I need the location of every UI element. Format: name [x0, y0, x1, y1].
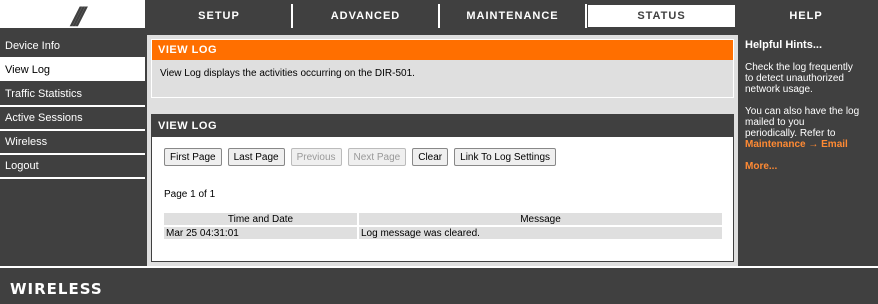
sidebar-item-active-sessions[interactable]: Active Sessions [0, 107, 145, 131]
maintenance-email-link[interactable]: Maintenance → Email [745, 139, 848, 150]
sidebar-item-logout[interactable]: Logout [0, 155, 145, 179]
table-row: Mar 25 04:31:01 Log message was cleared. [164, 225, 724, 239]
helpful-hints-panel: Helpful Hints... Check the log frequentl… [740, 35, 878, 266]
tab-status[interactable]: STATUS [587, 4, 736, 28]
wireless-brand-logo: WIRELESS [10, 280, 103, 298]
tab-setup[interactable]: SETUP [147, 4, 293, 28]
tab-help[interactable]: HELP [736, 4, 876, 28]
top-nav: SETUP ADVANCED MAINTENANCE STATUS HELP [147, 4, 876, 28]
last-page-button[interactable]: Last Page [227, 148, 285, 166]
log-message-cell: Log message was cleared. [358, 225, 724, 239]
column-header-message: Message [358, 213, 724, 226]
hint-paragraph-1: Check the log frequently to detect unaut… [745, 62, 853, 95]
log-section-title: VIEW LOG [152, 115, 733, 137]
hint-paragraph-2: You can also have the log mailed to you … [745, 106, 878, 150]
hints-title: Helpful Hints... [745, 39, 822, 51]
footer: WIRELESS [0, 266, 878, 304]
logo-area: /// [0, 0, 145, 30]
previous-page-button[interactable]: Previous [290, 148, 342, 166]
hint-paragraph-2-text: You can also have the log mailed to you … [745, 106, 860, 139]
logo-slash-mark: /// [72, 2, 87, 30]
more-hints-link[interactable]: More... [745, 161, 878, 172]
log-time-cell: Mar 25 04:31:01 [164, 225, 359, 239]
sidebar-item-wireless[interactable]: Wireless [0, 131, 145, 155]
main-content: VIEW LOG View Log displays the activitie… [147, 35, 738, 266]
intro-box: VIEW LOG View Log displays the activitie… [151, 39, 734, 98]
log-box: VIEW LOG First Page Last Page Previous N… [151, 114, 734, 262]
log-button-row: First Page Last Page Previous Next Page … [164, 148, 557, 166]
sidebar-item-view-log[interactable]: View Log [0, 59, 145, 83]
column-header-time: Time and Date [164, 213, 359, 226]
log-table-header: Time and Date Message [164, 213, 724, 226]
sidebar-item-traffic-statistics[interactable]: Traffic Statistics [0, 83, 145, 107]
tab-advanced[interactable]: ADVANCED [293, 4, 440, 28]
clear-log-button[interactable]: Clear [412, 148, 449, 166]
intro-title: VIEW LOG [152, 40, 733, 60]
tab-maintenance[interactable]: MAINTENANCE [440, 4, 587, 28]
next-page-button[interactable]: Next Page [347, 148, 407, 166]
first-page-button[interactable]: First Page [164, 148, 222, 166]
sidebar-item-device-info[interactable]: Device Info [0, 35, 145, 59]
log-table: Time and Date Message Mar 25 04:31:01 Lo… [164, 213, 724, 239]
sidebar-menu: Device Info View Log Traffic Statistics … [0, 35, 145, 179]
intro-description: View Log displays the activities occurri… [160, 68, 415, 79]
page-indicator: Page 1 of 1 [164, 189, 216, 200]
log-settings-button[interactable]: Link To Log Settings [454, 148, 557, 166]
